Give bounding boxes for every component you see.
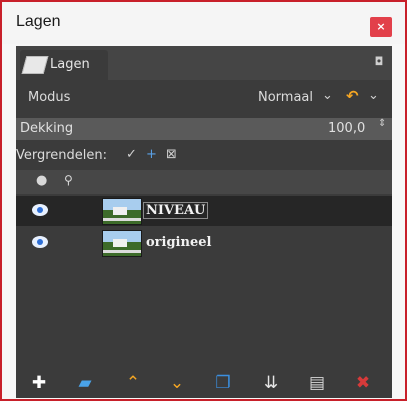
- eye-pupil: [37, 207, 43, 213]
- lock-row: Vergrendelen: ✓ + ⊠: [16, 144, 392, 168]
- eye-pupil: [37, 239, 43, 245]
- thumbnail-road: [103, 250, 141, 253]
- chevron-down-icon[interactable]: ⌄: [322, 88, 333, 103]
- mode-row: Modus Normaal ⌄ ↶ ⌄: [16, 84, 392, 112]
- mode-select[interactable]: Normaal: [258, 90, 313, 105]
- eye-icon: ●: [36, 173, 48, 188]
- layer-thumbnail: [102, 230, 142, 257]
- layer-list-header: ● ⚲: [16, 170, 392, 194]
- layers-icon: [21, 56, 49, 74]
- chevron-down-icon[interactable]: ⌄: [368, 88, 379, 103]
- new-group-button[interactable]: ▰: [74, 372, 96, 394]
- lock-alpha-icon[interactable]: ⊠: [166, 147, 177, 162]
- eye-icon[interactable]: [32, 204, 48, 216]
- opacity-slider[interactable]: Dekking 100,0 ⇕: [16, 118, 392, 140]
- raise-layer-button[interactable]: ⌃: [122, 372, 144, 394]
- eye-icon[interactable]: [32, 236, 48, 248]
- delete-layer-button[interactable]: ✖: [352, 372, 374, 394]
- layer-row[interactable]: origineel: [16, 228, 392, 258]
- tab-bar: Lagen ◘: [16, 46, 392, 80]
- lock-pixels-icon[interactable]: ✓: [126, 147, 137, 162]
- lock-label: Vergrendelen:: [16, 148, 108, 163]
- layer-name[interactable]: origineel: [146, 235, 211, 250]
- mode-label: Modus: [28, 90, 71, 105]
- layer-name[interactable]: NIVEAU: [142, 202, 209, 219]
- duplicate-layer-button[interactable]: ❐: [212, 372, 234, 394]
- opacity-value[interactable]: 100,0: [328, 121, 365, 136]
- tab-lagen[interactable]: Lagen: [20, 50, 108, 80]
- anchor-layer-button[interactable]: ▤: [306, 372, 328, 394]
- close-button[interactable]: ×: [370, 17, 392, 37]
- merge-down-button[interactable]: ⇊: [260, 372, 282, 394]
- spin-icon[interactable]: ⇕: [378, 119, 386, 129]
- swap-icon[interactable]: ↶: [346, 87, 359, 105]
- layers-panel: Lagen ◘ Modus Normaal ⌄ ↶ ⌄ Dekking 100,…: [16, 46, 392, 398]
- lower-layer-button[interactable]: ⌄: [166, 372, 188, 394]
- tab-label: Lagen: [50, 57, 90, 72]
- layers-window: Lagen × Lagen ◘ Modus Normaal ⌄ ↶ ⌄ Dekk…: [0, 0, 407, 401]
- tab-menu-icon[interactable]: ◘: [372, 55, 386, 69]
- layer-actions-bar: ✚ ▰ ⌃ ⌄ ❐ ⇊ ▤ ✖: [16, 368, 392, 398]
- lock-position-icon[interactable]: +: [146, 147, 157, 162]
- title-bar: Lagen ×: [2, 2, 405, 44]
- thumbnail-road: [103, 218, 141, 221]
- new-layer-button[interactable]: ✚: [28, 372, 50, 394]
- layer-thumbnail: [102, 198, 142, 225]
- chain-icon: ⚲: [64, 173, 73, 187]
- layer-row[interactable]: NIVEAU: [16, 196, 392, 226]
- opacity-label: Dekking: [20, 121, 74, 136]
- thumbnail-house: [113, 207, 127, 215]
- window-title: Lagen: [16, 13, 61, 30]
- thumbnail-house: [113, 239, 127, 247]
